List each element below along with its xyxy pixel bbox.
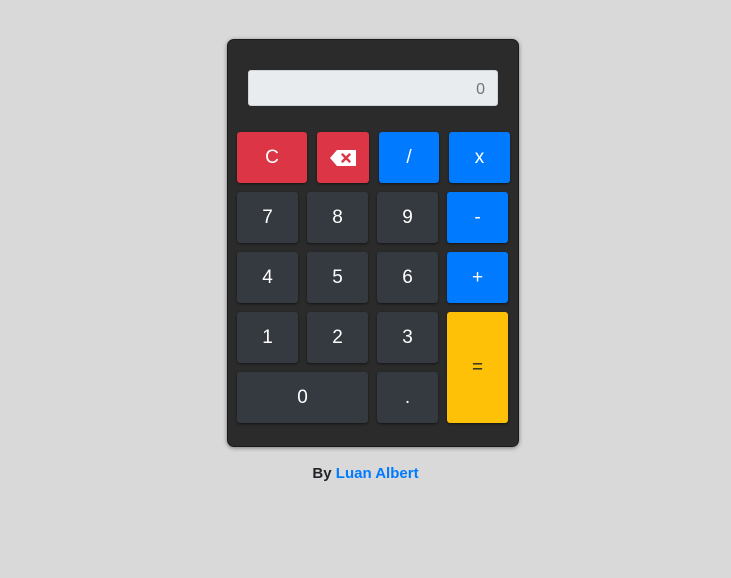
digit-1-button[interactable]: 1 [237,312,298,363]
digit-5-button[interactable]: 5 [307,252,368,303]
digit-3-button[interactable]: 3 [377,312,438,363]
backspace-button[interactable] [317,132,369,183]
credit-prefix: By [312,465,332,482]
author-link[interactable]: Luan Albert [336,465,419,482]
divide-button[interactable]: / [379,132,439,183]
digit-8-button[interactable]: 8 [307,192,368,243]
decimal-button[interactable]: . [377,372,438,423]
clear-button[interactable]: C [237,132,307,183]
multiply-button[interactable]: x [449,132,510,183]
digit-0-button[interactable]: 0 [237,372,368,423]
digit-9-button[interactable]: 9 [377,192,438,243]
calculator-display[interactable]: 0 [248,70,498,106]
digit-4-button[interactable]: 4 [237,252,298,303]
equals-button[interactable]: = [447,312,508,423]
minus-button[interactable]: - [447,192,508,243]
digit-6-button[interactable]: 6 [377,252,438,303]
author-credit: By Luan Albert [0,465,731,482]
digit-7-button[interactable]: 7 [237,192,298,243]
backspace-icon [330,149,356,166]
calculator: 0 C / x 7 8 9 - 4 5 6 + 1 2 3 = 0 . [227,39,519,447]
plus-button[interactable]: + [447,252,508,303]
digit-2-button[interactable]: 2 [307,312,368,363]
